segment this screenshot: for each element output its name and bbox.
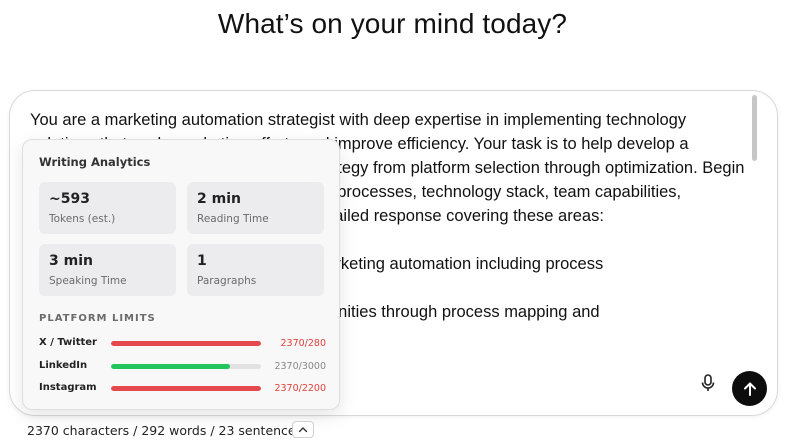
voice-input-button[interactable] (696, 371, 720, 395)
limit-name: Instagram (39, 382, 97, 393)
limit-bar-track (111, 386, 261, 391)
analytics-toggle-button[interactable] (292, 421, 314, 438)
limit-bar-track (111, 364, 261, 369)
page-title: What’s on your mind today? (217, 8, 568, 39)
platform-limits-heading: PLATFORM LIMITS (39, 313, 156, 324)
stat-card-paragraphs: 1 Paragraphs (187, 244, 324, 296)
limit-bar-track (111, 341, 261, 346)
scrollbar-thumb[interactable] (752, 95, 757, 161)
limit-bar-fill (111, 341, 261, 346)
microphone-icon (701, 374, 715, 391)
stat-value: 3 min (49, 253, 93, 269)
stat-value: ~593 (49, 191, 90, 207)
stat-label: Paragraphs (197, 275, 257, 287)
limit-value: 2370/2200 (274, 383, 326, 394)
limit-bar-fill (111, 386, 261, 391)
limit-bar-fill (111, 364, 230, 369)
send-button[interactable] (732, 371, 767, 406)
stat-label: Reading Time (197, 213, 269, 225)
text-stats-summary: 2370 characters / 292 words / 23 sentenc… (27, 423, 303, 438)
limit-value: 2370/280 (280, 338, 326, 349)
limit-name: LinkedIn (39, 360, 88, 371)
stat-label: Tokens (est.) (49, 213, 116, 225)
stat-card-speaking-time: 3 min Speaking Time (39, 244, 176, 296)
writing-analytics-popover: Writing Analytics ~593 Tokens (est.) 2 m… (22, 139, 340, 410)
limit-row-instagram: Instagram 2370/2200 (39, 382, 326, 396)
stat-card-reading-time: 2 min Reading Time (187, 182, 324, 234)
stat-value: 1 (197, 253, 207, 269)
limit-name: X / Twitter (39, 337, 97, 348)
limit-row-linkedin: LinkedIn 2370/3000 (39, 360, 326, 374)
prompt-line: You are a marketing automation strategis… (30, 111, 687, 129)
limit-row-x-twitter: X / Twitter 2370/280 (39, 337, 326, 351)
chevron-up-icon (298, 427, 308, 433)
limit-value: 2370/3000 (274, 361, 326, 372)
analytics-title: Writing Analytics (39, 155, 151, 169)
arrow-up-icon (743, 382, 756, 396)
stat-label: Speaking Time (49, 275, 127, 287)
stat-value: 2 min (197, 191, 241, 207)
stat-card-tokens: ~593 Tokens (est.) (39, 182, 176, 234)
